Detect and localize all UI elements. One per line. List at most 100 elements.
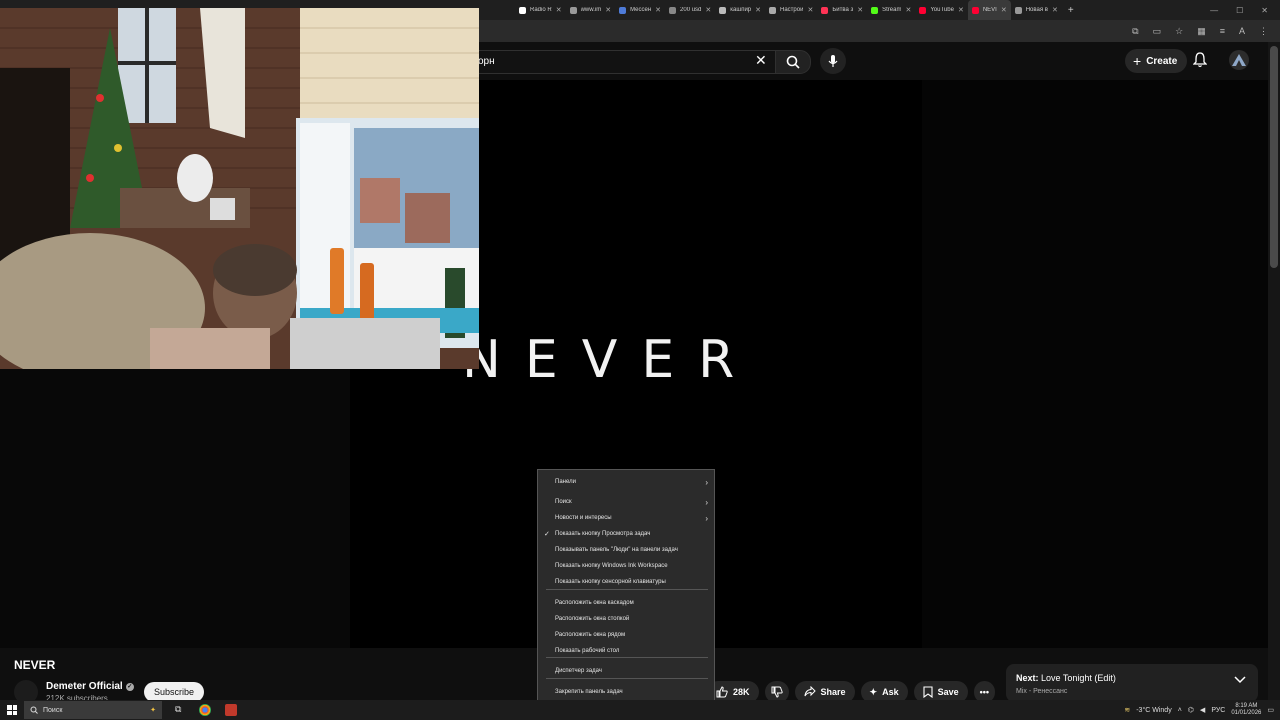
- context-menu-item[interactable]: Показать кнопку сенсорной клавиатуры: [538, 575, 714, 589]
- taskbar-search-placeholder: Поиск: [43, 706, 63, 714]
- video-art-text: NEVER: [462, 330, 759, 390]
- weather-text[interactable]: -3°C Windy: [1136, 707, 1171, 714]
- tray-overflow-icon[interactable]: ˄: [1178, 707, 1182, 714]
- close-window-icon[interactable]: ✕: [1261, 6, 1268, 15]
- context-menu-label: Расположить окна рядом: [555, 632, 626, 638]
- next-prefix: Next:: [1016, 673, 1039, 683]
- tab-close-icon[interactable]: ✕: [857, 6, 863, 14]
- context-menu-item[interactable]: Расположить окна каскадом: [538, 596, 714, 610]
- tab-close-icon[interactable]: ✕: [905, 6, 911, 14]
- search-button[interactable]: [775, 50, 811, 74]
- context-menu-item[interactable]: ✓ Показать кнопку Просмотра задач: [538, 527, 714, 541]
- notifications-bell-icon[interactable]: [1193, 52, 1207, 68]
- context-menu-item[interactable]: Показывать панель "Люди" на панели задач: [538, 543, 714, 557]
- chevron-down-icon[interactable]: [1234, 676, 1246, 684]
- create-button[interactable]: + Create: [1125, 49, 1188, 73]
- context-menu-item[interactable]: Новости и интересы ›: [538, 511, 714, 525]
- browser-menu-icon[interactable]: ⋮: [1259, 26, 1268, 37]
- tab-search-icon[interactable]: ≡: [1220, 26, 1225, 36]
- like-count: 28K: [733, 687, 750, 697]
- tab-close-icon[interactable]: ✕: [958, 6, 964, 14]
- recording-app-icon[interactable]: [225, 704, 237, 716]
- clear-search-icon[interactable]: ✕: [755, 52, 767, 69]
- cast-icon[interactable]: ▭: [1153, 26, 1162, 37]
- browser-tab[interactable]: 200 usd ✕: [665, 0, 715, 20]
- plus-icon: +: [1133, 53, 1142, 69]
- context-menu-label: Панели: [555, 479, 576, 485]
- new-tab-icon[interactable]: +: [1068, 5, 1074, 16]
- context-menu-item[interactable]: Показать рабочий стол: [538, 644, 714, 658]
- context-menu-label: Диспетчер задач: [555, 668, 602, 674]
- browser-tab[interactable]: Битва з ✕: [817, 0, 867, 20]
- context-menu-item[interactable]: Показать кнопку Windows Ink Workspace: [538, 559, 714, 573]
- tab-favicon-icon: [821, 6, 829, 14]
- bookmark-star-icon[interactable]: ☆: [1175, 26, 1183, 37]
- account-avatar[interactable]: [1229, 50, 1249, 70]
- weather-icon[interactable]: ≋: [1124, 706, 1130, 714]
- context-menu-separator: [546, 589, 708, 590]
- network-icon[interactable]: ⌬: [1188, 706, 1194, 714]
- windows-start-icon[interactable]: [7, 705, 17, 715]
- player-pillarbox-right: [922, 80, 1268, 648]
- tab-close-icon[interactable]: ✕: [807, 6, 813, 14]
- browser-tab[interactable]: Stream ✕: [867, 0, 915, 20]
- browser-tab[interactable]: Мессен ✕: [615, 0, 665, 20]
- context-menu-item[interactable]: Расположить окна рядом: [538, 628, 714, 642]
- channel-name-row[interactable]: Demeter Official ✓: [46, 681, 134, 692]
- clock-time: 8:19 AM: [1235, 703, 1258, 709]
- tab-close-icon[interactable]: ✕: [655, 6, 661, 14]
- context-menu-item[interactable]: Диспетчер задач: [538, 664, 714, 678]
- tab-close-icon[interactable]: ✕: [705, 6, 711, 14]
- browser-tab[interactable]: NEVI ✕: [967, 0, 1011, 20]
- tab-title: Мессен: [630, 7, 652, 13]
- tab-close-icon[interactable]: ✕: [1052, 6, 1058, 14]
- browser-tab[interactable]: Настрой ✕: [765, 0, 817, 20]
- context-menu-item[interactable]: Закрепить панель задач: [538, 685, 714, 699]
- voice-search-button[interactable]: [820, 48, 846, 74]
- taskbar-search-box[interactable]: Поиск ✦: [24, 701, 162, 719]
- tab-favicon-icon: [619, 6, 627, 14]
- next-video-card[interactable]: Next: Love Tonight (Edit) Mix - Ренессан…: [1006, 664, 1258, 702]
- context-menu-label: Показать кнопку Windows Ink Workspace: [555, 563, 668, 569]
- subscribe-button[interactable]: Subscribe: [144, 682, 205, 702]
- search-query[interactable]: орн: [478, 56, 495, 67]
- extensions-icon[interactable]: ▦: [1197, 26, 1206, 37]
- context-menu-item[interactable]: Расположить окна стопкой: [538, 612, 714, 626]
- chrome-icon[interactable]: [199, 704, 211, 716]
- profile-icon[interactable]: A: [1239, 26, 1245, 36]
- task-view-icon[interactable]: ⧉: [175, 704, 187, 716]
- minimize-icon[interactable]: —: [1210, 6, 1218, 15]
- browser-tab[interactable]: YouTube ✕: [915, 0, 967, 20]
- tab-close-icon[interactable]: ✕: [1001, 6, 1007, 14]
- tab-title: YouTube: [930, 7, 954, 13]
- language-indicator[interactable]: РУС: [1211, 707, 1225, 714]
- browser-tab[interactable]: www.im ✕: [566, 0, 616, 20]
- tab-title: NEVI: [982, 7, 997, 13]
- tab-close-icon[interactable]: ✕: [605, 6, 611, 14]
- scrollbar-thumb[interactable]: [1270, 46, 1278, 268]
- volume-icon[interactable]: ◀: [1200, 706, 1205, 714]
- microphone-icon: [828, 55, 838, 67]
- save-label: Save: [937, 687, 959, 697]
- submenu-arrow-icon: ›: [705, 497, 708, 507]
- tab-title: www.im: [580, 7, 602, 13]
- tab-close-icon[interactable]: ✕: [556, 6, 562, 14]
- maximize-icon[interactable]: ☐: [1236, 6, 1243, 15]
- channel-name[interactable]: Demeter Official: [46, 681, 123, 692]
- browser-tab[interactable]: Новая в ✕: [1011, 0, 1062, 20]
- open-in-app-icon[interactable]: ⧉: [1132, 26, 1138, 37]
- search-input[interactable]: [460, 50, 776, 74]
- taskbar-clock[interactable]: 8:19 AM 01/01/2026: [1231, 703, 1261, 717]
- thumbs-up-icon: [716, 686, 728, 698]
- tab-close-icon[interactable]: ✕: [755, 6, 761, 14]
- browser-tab[interactable]: кашпир ✕: [715, 0, 765, 20]
- context-menu-item[interactable]: Панели ›: [538, 475, 714, 489]
- account-logo-icon: [1232, 54, 1246, 66]
- create-label: Create: [1146, 55, 1178, 67]
- context-menu-item[interactable]: Поиск ›: [538, 495, 714, 509]
- webcam-image: [0, 8, 479, 369]
- tab-favicon-icon: [569, 6, 577, 14]
- notifications-icon[interactable]: ▭: [1267, 706, 1274, 714]
- browser-tab[interactable]: Radio R ✕: [515, 0, 566, 20]
- submenu-arrow-icon: ›: [705, 477, 708, 487]
